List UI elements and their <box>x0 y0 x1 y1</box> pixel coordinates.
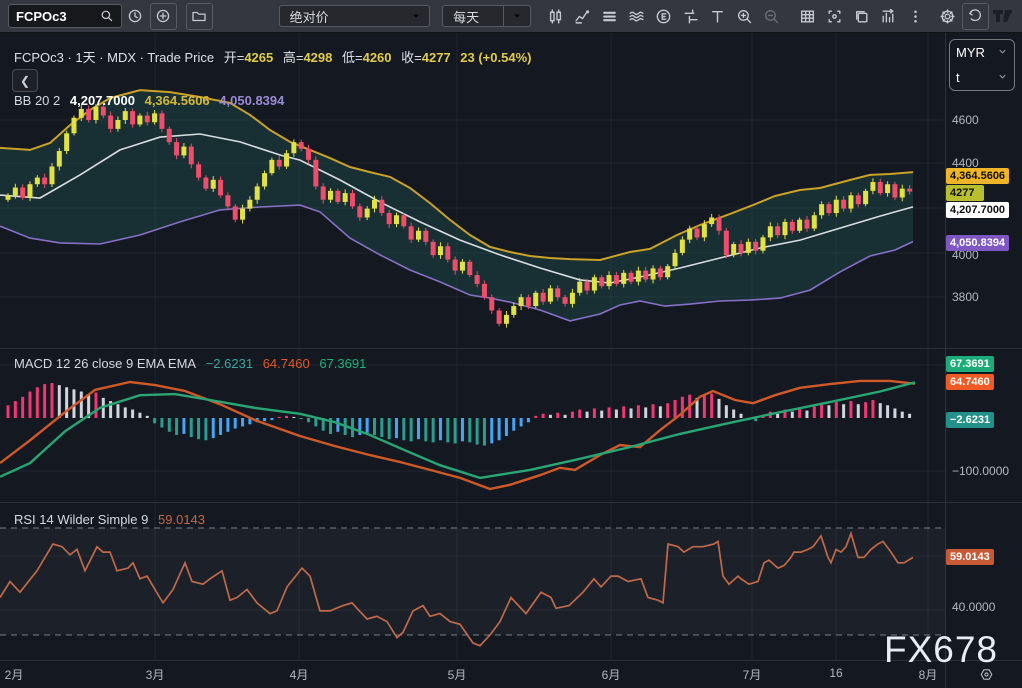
price-badge: −2.6231 <box>946 412 994 428</box>
rsi-indicator-legend[interactable]: RSI 14 Wilder Simple 9 59.0143 <box>14 512 211 527</box>
bb-name: BB 20 2 <box>14 93 60 108</box>
rsi-name: RSI 14 Wilder Simple 9 <box>14 512 148 527</box>
price-badge: 64.7460 <box>946 374 994 390</box>
chevron-down-icon <box>997 45 1008 60</box>
grid-icon[interactable] <box>795 4 820 29</box>
bb-mid-value: 4,207.7000 <box>70 93 135 108</box>
folder-icon[interactable] <box>186 3 213 30</box>
price-mode-label: 绝对价 <box>290 7 329 26</box>
currency-dropdown[interactable]: MYR <box>950 40 1014 65</box>
top-toolbar: FCPOc3 绝对价 每天 <box>0 0 1022 33</box>
interval-dropdown[interactable]: 每天 <box>442 5 531 27</box>
scale-tick-label: 40.0000 <box>952 600 995 614</box>
low-value: 4260 <box>363 50 392 65</box>
high-label: 高= <box>283 50 304 65</box>
more-dots-icon[interactable] <box>903 4 928 29</box>
events-icon[interactable] <box>651 4 676 29</box>
close-value: 4277 <box>422 50 451 65</box>
macd-indicator-legend[interactable]: MACD 12 26 close 9 EMA EMA −2.6231 64.74… <box>14 356 372 371</box>
waves-icon[interactable] <box>624 4 649 29</box>
close-label: 收= <box>401 50 422 65</box>
zoom-in-icon[interactable] <box>732 4 757 29</box>
levels-icon[interactable] <box>678 4 703 29</box>
macd-hist-value: −2.6231 <box>206 356 253 371</box>
time-axis-label: 16 <box>829 666 842 680</box>
scale-tick-label: −100.0000 <box>952 464 1009 478</box>
trading-app-window: FCPOc3 绝对价 每天 FCPOc3 · 1天 <box>0 0 1022 688</box>
add-circle-icon[interactable] <box>150 3 177 30</box>
high-value: 4298 <box>303 50 332 65</box>
symbol-search-box[interactable]: FCPOc3 <box>8 4 122 28</box>
settings-gear-icon[interactable] <box>935 4 960 29</box>
unit-label: t <box>956 70 960 85</box>
bb-indicator-legend[interactable]: BB 20 2 4,207.7000 4,364.5606 4,050.8394 <box>14 93 290 108</box>
collapse-legend-button[interactable]: ❮ <box>12 69 38 92</box>
time-axis-label: 4月 <box>290 666 309 683</box>
price-badge: 4,207.7000 <box>946 202 1009 218</box>
scale-unit-box: MYR t <box>949 39 1015 91</box>
rsi-value: 59.0143 <box>158 512 205 527</box>
chevron-down-icon <box>503 6 530 26</box>
price-mode-dropdown[interactable]: 绝对价 <box>279 5 430 27</box>
bar-stats-icon[interactable] <box>876 4 901 29</box>
chevron-down-icon <box>403 6 429 26</box>
low-label: 低= <box>342 50 363 65</box>
zoom-out-icon[interactable] <box>759 4 784 29</box>
price-badge: 4277 <box>946 185 984 201</box>
chevron-down-icon <box>997 70 1008 85</box>
symbol-title: FCPOc3 · 1天 · MDX · Trade Price <box>14 50 214 65</box>
price-badge: 59.0143 <box>946 549 994 565</box>
copy-icon[interactable] <box>849 4 874 29</box>
compare-layers-icon[interactable] <box>597 4 622 29</box>
bb-upper-value: 4,364.5606 <box>145 93 210 108</box>
candlestick-style-icon[interactable] <box>543 4 568 29</box>
search-icon <box>100 9 114 23</box>
time-axis-label: 2月 <box>5 666 24 683</box>
price-badge: 67.3691 <box>946 356 994 372</box>
time-axis-label: 5月 <box>448 666 467 683</box>
change-value: 23 (+0.54%) <box>460 50 531 65</box>
time-axis-label: 3月 <box>146 666 165 683</box>
time-axis-label: 7月 <box>743 666 762 683</box>
tradingview-logo[interactable] <box>992 5 1018 27</box>
price-badge: 4,364.5606 <box>946 168 1009 184</box>
indicator-chart-icon[interactable] <box>570 4 595 29</box>
open-value: 4265 <box>244 50 273 65</box>
open-label: 开= <box>224 50 245 65</box>
interval-label: 每天 <box>453 7 479 26</box>
currency-label: MYR <box>956 45 985 60</box>
screenshot-icon[interactable] <box>822 4 847 29</box>
fx678-watermark: FX678 <box>884 629 998 671</box>
symbol-name: FCPOc3 <box>16 9 67 24</box>
macd-line-value: 64.7460 <box>263 356 310 371</box>
replay-icon[interactable] <box>962 3 989 30</box>
price-scale-column[interactable]: MYR t 4600440040003800−100.000040.00004,… <box>946 33 1022 660</box>
bb-lower-value: 4,050.8394 <box>219 93 284 108</box>
unit-dropdown[interactable]: t <box>950 65 1014 90</box>
macd-name: MACD 12 26 close 9 EMA EMA <box>14 356 196 371</box>
time-axis[interactable]: 2月3月4月5月6月7月168月 <box>0 660 1022 688</box>
text-tool-icon[interactable] <box>705 4 730 29</box>
price-badge: 4,050.8394 <box>946 235 1009 251</box>
macd-signal-value: 67.3691 <box>319 356 366 371</box>
scale-tick-label: 4600 <box>952 113 979 127</box>
time-axis-label: 6月 <box>602 666 621 683</box>
symbol-info-row[interactable]: FCPOc3 · 1天 · MDX · Trade Price 开=4265 高… <box>14 47 537 66</box>
scale-tick-label: 3800 <box>952 290 979 304</box>
clock-icon[interactable] <box>123 4 148 29</box>
